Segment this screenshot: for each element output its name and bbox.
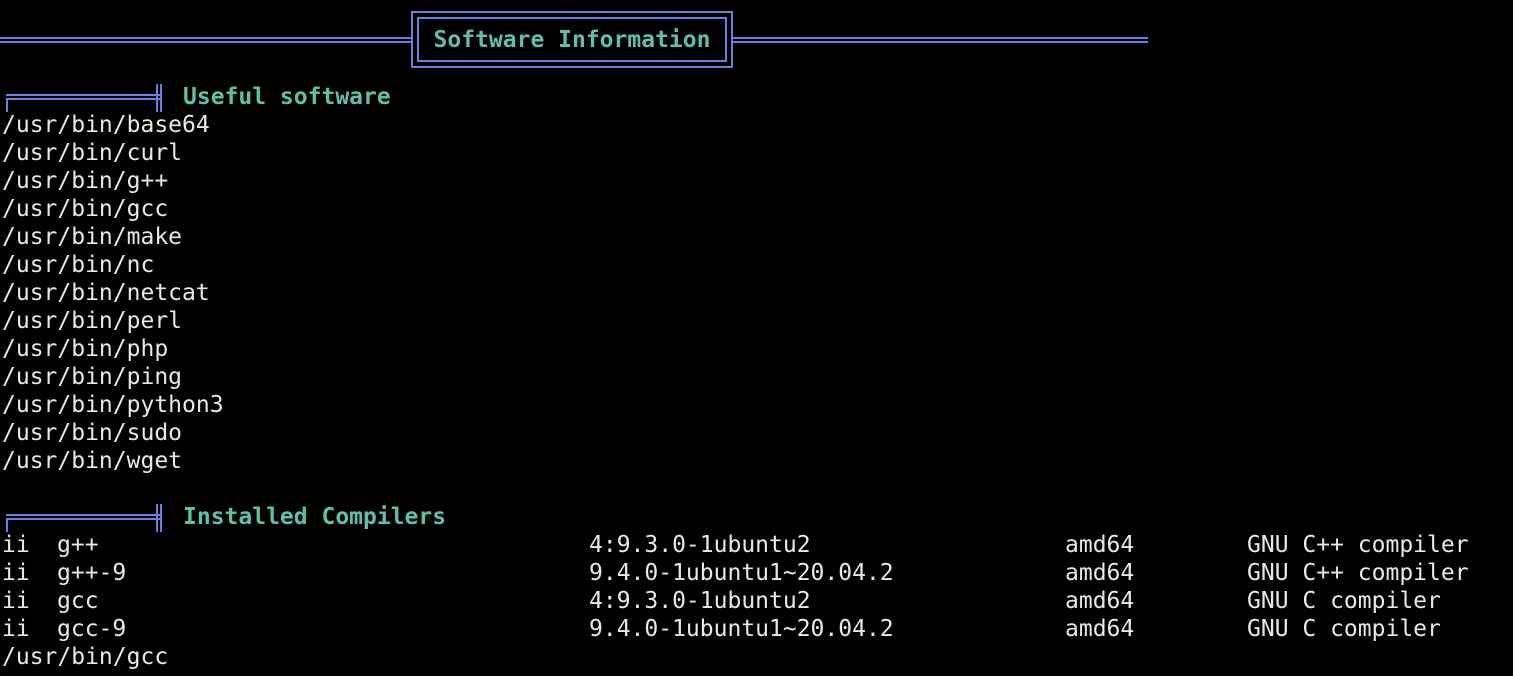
section-bracket	[6, 504, 162, 532]
package-status: ii	[2, 616, 30, 642]
package-arch: amd64	[1065, 616, 1135, 642]
package-version: 4:9.3.0-1ubuntu2	[589, 532, 811, 558]
package-arch: amd64	[1065, 560, 1135, 586]
software-item: /usr/bin/sudo	[2, 420, 183, 446]
software-item: /usr/bin/python3	[2, 392, 224, 418]
package-name: gcc	[57, 588, 99, 614]
banner-title-box: Software Information	[411, 11, 733, 68]
software-item: /usr/bin/wget	[2, 448, 183, 474]
software-item: /usr/bin/php	[2, 336, 169, 362]
package-description: GNU C++ compiler	[1247, 560, 1469, 586]
section-title: Installed Compilers	[183, 504, 447, 530]
banner-rule-right	[733, 37, 1148, 43]
software-item: /usr/bin/base64	[2, 112, 210, 138]
software-item: /usr/bin/ping	[2, 364, 183, 390]
package-description: GNU C++ compiler	[1247, 532, 1469, 558]
package-version: 9.4.0-1ubuntu1~20.04.2	[589, 616, 894, 642]
software-item: /usr/bin/perl	[2, 308, 183, 334]
section-bracket	[6, 84, 162, 112]
package-description: GNU C compiler	[1247, 588, 1441, 614]
banner-title-box-inner: Software Information	[417, 17, 727, 62]
section-title: Useful software	[183, 84, 391, 110]
software-item: /usr/bin/make	[2, 224, 183, 250]
banner-rule-left	[0, 37, 411, 43]
software-item: /usr/bin/g++	[2, 168, 169, 194]
package-version: 9.4.0-1ubuntu1~20.04.2	[589, 560, 894, 586]
package-name: gcc-9	[57, 616, 127, 642]
software-item: /usr/bin/netcat	[2, 280, 210, 306]
software-item: /usr/bin/nc	[2, 252, 155, 278]
package-version: 4:9.3.0-1ubuntu2	[589, 588, 811, 614]
package-name: g++	[57, 532, 99, 558]
package-arch: amd64	[1065, 588, 1135, 614]
software-item: /usr/bin/curl	[2, 140, 183, 166]
package-name: g++-9	[57, 560, 127, 586]
package-status: ii	[2, 532, 30, 558]
package-status: ii	[2, 560, 30, 586]
package-status: ii	[2, 588, 30, 614]
banner-title: Software Information	[433, 26, 711, 53]
package-description: GNU C compiler	[1247, 616, 1441, 642]
package-arch: amd64	[1065, 532, 1135, 558]
software-item: /usr/bin/gcc	[2, 196, 169, 222]
compiler-path: /usr/bin/gcc	[2, 644, 169, 670]
